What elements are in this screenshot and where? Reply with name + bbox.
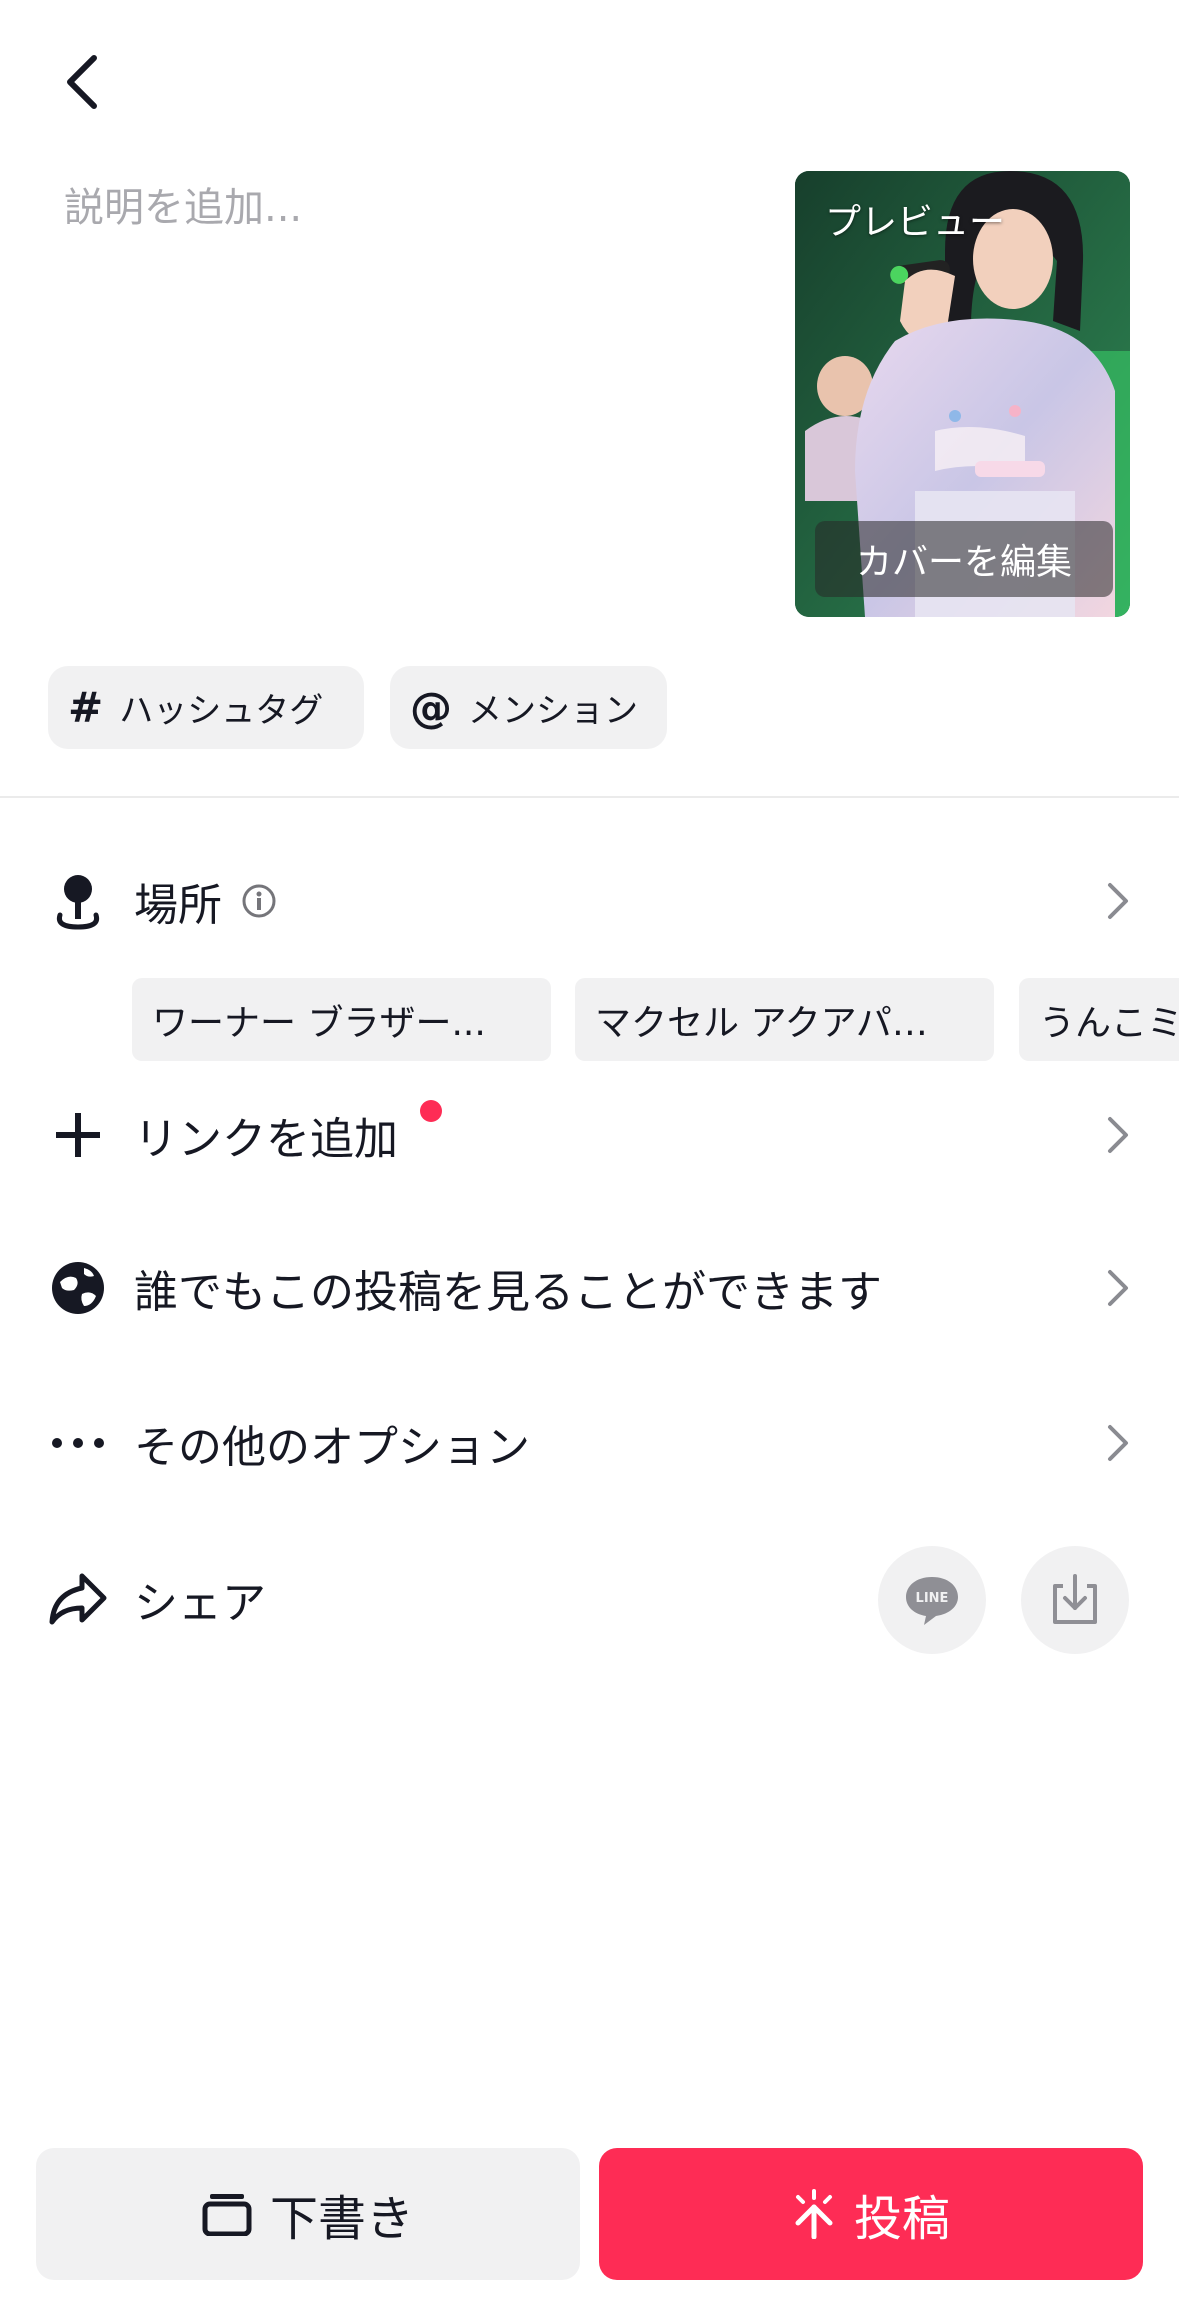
more-options-label: その他のオプション	[134, 1422, 530, 1473]
post-label: 投稿	[853, 2191, 950, 2247]
add-link-row[interactable]: リンクを追加	[0, 1100, 1179, 1170]
chevron-right-icon	[1100, 876, 1136, 926]
notification-dot	[420, 1100, 442, 1122]
hashtag-chip[interactable]: # ハッシュタグ	[48, 666, 364, 749]
line-icon: LINE	[906, 1577, 958, 1625]
location-pin-icon	[48, 871, 108, 931]
draft-button[interactable]: 下書き	[36, 2148, 580, 2280]
line-share-button[interactable]: LINE	[878, 1546, 986, 1654]
privacy-row[interactable]: 誰でもこの投稿を見ることができます	[0, 1253, 1179, 1323]
globe-icon	[48, 1258, 108, 1318]
mention-chip[interactable]: @ メンション	[390, 666, 667, 749]
svg-text:LINE: LINE	[916, 1591, 949, 1606]
download-button[interactable]	[1021, 1546, 1129, 1654]
info-icon[interactable]	[241, 883, 277, 919]
mention-label: メンション	[468, 691, 638, 731]
post-button[interactable]: 投稿	[599, 2148, 1143, 2280]
plus-icon	[48, 1105, 108, 1165]
chevron-left-icon	[67, 55, 97, 109]
chevron-right-icon	[1100, 1110, 1136, 1160]
more-options-row[interactable]: その他のオプション	[0, 1408, 1179, 1478]
hashtag-label: ハッシュタグ	[119, 691, 324, 731]
section-divider	[0, 796, 1179, 798]
hashtag-icon: #	[68, 683, 104, 732]
share-label: シェア	[134, 1578, 266, 1629]
back-button[interactable]	[40, 40, 124, 124]
location-label: 場所	[134, 880, 222, 931]
more-horizontal-icon	[48, 1413, 108, 1473]
mention-icon: @	[410, 683, 452, 732]
edit-cover-button[interactable]: カバーを編集	[815, 521, 1113, 597]
share-row: シェア	[0, 1564, 1179, 1634]
add-link-label: リンクを追加	[134, 1114, 398, 1165]
preview-label: プレビュー	[825, 202, 1006, 243]
chevron-right-icon	[1100, 1418, 1136, 1468]
location-suggestion-chip[interactable]: うんこミ	[1019, 978, 1179, 1061]
drafts-icon	[202, 2192, 252, 2236]
draft-label: 下書き	[269, 2191, 414, 2247]
chevron-right-icon	[1100, 1263, 1136, 1313]
location-row[interactable]: 場所	[0, 866, 1179, 936]
privacy-label: 誰でもこの投稿を見ることができます	[134, 1267, 882, 1318]
location-suggestion-chip[interactable]: マクセル アクアパ…	[575, 978, 994, 1061]
location-suggestion-chip[interactable]: ワーナー ブラザー...	[132, 978, 551, 1061]
cover-preview[interactable]: プレビュー カバーを編集	[795, 171, 1130, 617]
share-arrow-icon	[48, 1569, 108, 1629]
description-input[interactable]	[64, 178, 724, 238]
post-spark-icon	[792, 2189, 836, 2239]
download-icon	[1053, 1574, 1097, 1624]
